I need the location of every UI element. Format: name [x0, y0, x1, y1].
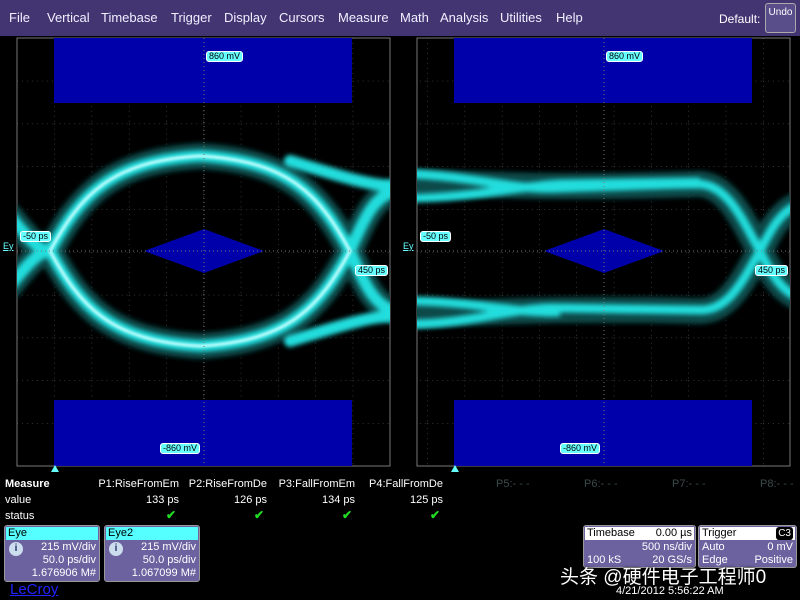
menu-bar: File Vertical Timebase Trigger Display C…	[0, 0, 800, 36]
trace-marker[interactable]: Ey	[403, 241, 414, 251]
level-label-bottom: -860 mV	[560, 443, 601, 454]
sweep-count: 1.676906 M#	[31, 567, 96, 579]
row-label-status: status	[5, 510, 35, 522]
menu-measure[interactable]: Measure	[338, 10, 389, 25]
status-ok-icon: ✔	[342, 508, 353, 522]
undo-button[interactable]: Undo	[765, 3, 796, 33]
param-p5[interactable]: P5:- - -	[496, 478, 530, 490]
param-p7[interactable]: P7:- - -	[672, 478, 706, 490]
value-p4: 125 ps	[409, 494, 443, 506]
eye-grid-1	[16, 37, 391, 467]
mask-bottom-2	[454, 400, 752, 466]
menu-help[interactable]: Help	[556, 10, 583, 25]
default-setup[interactable]: Default:	[719, 12, 760, 26]
lecroy-logo: LeCroy	[10, 581, 59, 598]
menu-cursors[interactable]: Cursors	[279, 10, 325, 25]
menu-utilities[interactable]: Utilities	[500, 10, 542, 25]
trigger-level: 0 mV	[767, 541, 793, 553]
level-label-top: 860 mV	[606, 51, 644, 62]
value-p1: 133 ps	[145, 494, 179, 506]
param-p1[interactable]: P1:RiseFromEm	[79, 478, 179, 490]
value-p2: 126 ps	[233, 494, 267, 506]
timebase-delay: 0.00 µs	[655, 527, 692, 539]
channel-eye-box[interactable]: Eye i 215 mV/div 50.0 ps/div 1.676906 M#	[4, 525, 100, 582]
menu-file[interactable]: File	[9, 10, 30, 25]
channel-name: Eye	[6, 527, 98, 540]
status-ok-icon: ✔	[166, 508, 177, 522]
menu-vertical[interactable]: Vertical	[47, 10, 90, 25]
param-p2[interactable]: P2:RiseFromDe	[167, 478, 267, 490]
time-label-right: 450 ps	[355, 265, 389, 276]
scope-display	[16, 37, 791, 472]
trigger-mode: Auto	[702, 541, 725, 553]
mask-top-1	[54, 38, 352, 103]
status-ok-icon: ✔	[254, 508, 265, 522]
row-label-value: value	[5, 494, 32, 506]
param-p8[interactable]: P8:- - -	[760, 478, 794, 490]
trigger-source: C3	[776, 527, 793, 540]
param-p6[interactable]: P6:- - -	[584, 478, 618, 490]
time-label-left: -50 ps	[20, 231, 52, 242]
menu-timebase[interactable]: Timebase	[101, 10, 158, 25]
menu-analysis[interactable]: Analysis	[440, 10, 488, 25]
measure-header: Measure	[5, 478, 50, 490]
menu-math[interactable]: Math	[400, 10, 429, 25]
eye-grid-2	[416, 37, 791, 467]
trace-marker[interactable]: Ey	[3, 241, 14, 251]
tdiv: 50.0 ps/div	[142, 554, 196, 566]
menu-display[interactable]: Display	[224, 10, 267, 25]
time-label-right: 450 ps	[755, 265, 789, 276]
channel-eye2-box[interactable]: Eye2 i 215 mV/div 50.0 ps/div 1.067099 M…	[104, 525, 200, 582]
timebase-title: Timebase	[587, 527, 635, 539]
channel-name: Eye2	[106, 527, 198, 540]
timebase-tdiv: 500 ns/div	[641, 541, 692, 553]
trigger-title: Trigger	[702, 527, 737, 539]
mask-bottom-1	[54, 400, 352, 466]
sweep-count: 1.067099 M#	[131, 567, 196, 579]
param-p3[interactable]: P3:FallFromEm	[255, 478, 355, 490]
menu-trigger[interactable]: Trigger	[171, 10, 212, 25]
datetime: 4/21/2012 5:56:22 AM	[616, 585, 724, 597]
mask-top-2	[454, 38, 752, 103]
param-p4[interactable]: P4:FallFromDe	[343, 478, 443, 490]
status-ok-icon: ✔	[430, 508, 441, 522]
info-icon[interactable]: i	[9, 542, 23, 556]
value-p3: 134 ps	[321, 494, 355, 506]
level-label-top: 860 mV	[206, 51, 244, 62]
time-label-left: -50 ps	[420, 231, 452, 242]
level-label-bottom: -860 mV	[160, 443, 201, 454]
tdiv: 50.0 ps/div	[42, 554, 96, 566]
info-icon[interactable]: i	[109, 542, 123, 556]
